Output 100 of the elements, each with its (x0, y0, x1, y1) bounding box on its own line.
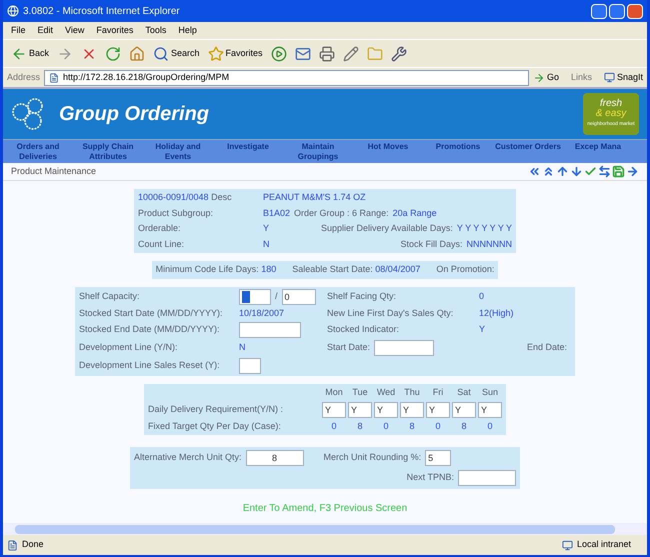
end-date-field[interactable] (239, 322, 301, 338)
field-value: 10/18/2007 (239, 306, 286, 320)
delivery-day-field[interactable]: Y (426, 402, 450, 418)
close-button[interactable] (627, 4, 643, 18)
delivery-day-field[interactable]: Y (478, 402, 502, 418)
delivery-day-field[interactable]: Y (374, 402, 398, 418)
tools-button[interactable] (390, 46, 407, 62)
menu-item[interactable]: Help (178, 24, 197, 38)
target-qty: 8 (460, 420, 468, 432)
menu-item[interactable]: Edit (38, 24, 54, 38)
menu-item[interactable]: Favorites (96, 24, 134, 38)
home-icon (129, 46, 146, 62)
intranet-icon (562, 540, 573, 550)
snagit-button[interactable]: SnagIt (604, 70, 643, 84)
home-button[interactable] (129, 46, 146, 62)
target-qty: 0 (330, 420, 338, 432)
field-value: 0 (479, 290, 486, 303)
status-text: Done (22, 538, 44, 552)
next-tpnb-field[interactable] (458, 470, 516, 486)
links-label[interactable]: Links (570, 70, 592, 84)
mail-button[interactable] (294, 46, 311, 62)
field-value: 20a Range (392, 206, 437, 220)
minimize-button[interactable] (591, 4, 607, 18)
field-label: Shelf Facing Qty: (327, 290, 398, 303)
menu-item[interactable]: Tools (145, 24, 166, 38)
field-label: Order Group : 6 Range: (294, 206, 389, 220)
swap-icon[interactable] (598, 165, 611, 178)
delivery-day-field[interactable]: Y (452, 402, 476, 418)
menu-item[interactable]: File (11, 24, 26, 38)
address-field[interactable]: http://172.28.16.218/GroupOrdering/MPM (44, 70, 529, 86)
window-title: 3.0802 - Microsoft Internet Explorer (23, 4, 180, 18)
field-label: Start Date: (327, 341, 370, 354)
start-date-field[interactable] (374, 340, 434, 356)
maximize-button[interactable] (609, 4, 625, 18)
target-qty: 0 (434, 420, 442, 432)
delivery-day-field[interactable]: Y (348, 402, 372, 418)
sales-reset-field[interactable] (239, 358, 261, 374)
page-icon (49, 72, 60, 82)
separator: / (275, 290, 278, 303)
field-value: Y Y Y Y Y Y Y (456, 222, 512, 235)
field-label: Supplier Delivery Available Days: (321, 222, 453, 235)
favorites-icon (208, 46, 224, 62)
day-header: Sun (480, 386, 499, 399)
refresh-button[interactable] (105, 46, 122, 62)
search-icon (153, 46, 170, 62)
day-header: Wed (376, 386, 396, 399)
app-title: Group Ordering (59, 102, 209, 127)
target-qty: 0 (486, 420, 494, 432)
up-icon[interactable] (556, 165, 569, 178)
monitor-icon (604, 72, 615, 83)
go-button[interactable]: Go (532, 70, 559, 84)
rounding-field[interactable]: 5 (425, 450, 452, 466)
field-value: B1A02 (263, 206, 290, 220)
code-life-field: On Promotion: (436, 263, 494, 276)
shelf-capacity-field[interactable] (239, 288, 271, 304)
field-label: Stocked Indicator: (327, 323, 400, 336)
day-header: Fri (432, 386, 444, 399)
edit-button[interactable] (342, 46, 359, 62)
field-value: N (239, 341, 246, 354)
field-label: Shelf Capacity: (79, 290, 141, 303)
favorites-button[interactable]: Favorites (208, 46, 263, 62)
media-button[interactable] (270, 46, 287, 62)
field-label: Orderable: (138, 222, 182, 235)
field-value: NNNNNNN (466, 238, 512, 250)
shelf-capacity-field[interactable]: 0 (282, 288, 316, 304)
field-label: New Line First Day's Sales Qty: (327, 306, 454, 320)
save-icon[interactable] (612, 165, 625, 178)
field-label: Development Line Sales Reset (Y): (79, 359, 221, 372)
field-label: Count Line: (138, 238, 186, 250)
address-label: Address (7, 70, 40, 84)
ok-icon[interactable] (584, 165, 597, 178)
next-icon[interactable] (626, 165, 639, 178)
product-code: 10006-0091/0048 Desc (138, 191, 233, 204)
edit-icon (342, 46, 359, 62)
print-icon (318, 46, 335, 62)
merch-qty-field[interactable]: 8 (246, 450, 304, 466)
print-button[interactable] (318, 46, 335, 62)
footer-hint: Enter To Amend, F3 Previous Screen (242, 502, 408, 516)
menu-item[interactable]: View (65, 24, 84, 38)
field-label: Alternative Merch Unit Qty: (134, 451, 242, 464)
back-button[interactable]: Back (11, 46, 50, 62)
field-value: N (263, 238, 270, 250)
field-value: 12(High) (479, 306, 515, 320)
down-icon[interactable] (570, 165, 583, 178)
horizontal-scrollbar[interactable] (3, 523, 647, 535)
page-title: Product Maintenance (11, 164, 96, 178)
field-label: Fixed Target Qty Per Day (Case): (148, 420, 282, 433)
field-label: End Date: (527, 341, 568, 354)
field-label: Development Line (Y/N): (79, 341, 179, 354)
search-button[interactable]: Search (153, 46, 200, 62)
delivery-day-field[interactable]: Y (400, 402, 424, 418)
zone-text: Local intranet (576, 538, 631, 552)
field-value: Y (263, 222, 270, 235)
delivery-day-field[interactable]: Y (322, 402, 346, 418)
back-icon (11, 46, 27, 62)
target-qty: 8 (408, 420, 416, 432)
target-qty: 8 (356, 420, 364, 432)
media-icon (270, 46, 287, 62)
tools-icon (390, 46, 407, 62)
field-label: Stocked Start Date (MM/DD/YYYY): (79, 306, 224, 320)
